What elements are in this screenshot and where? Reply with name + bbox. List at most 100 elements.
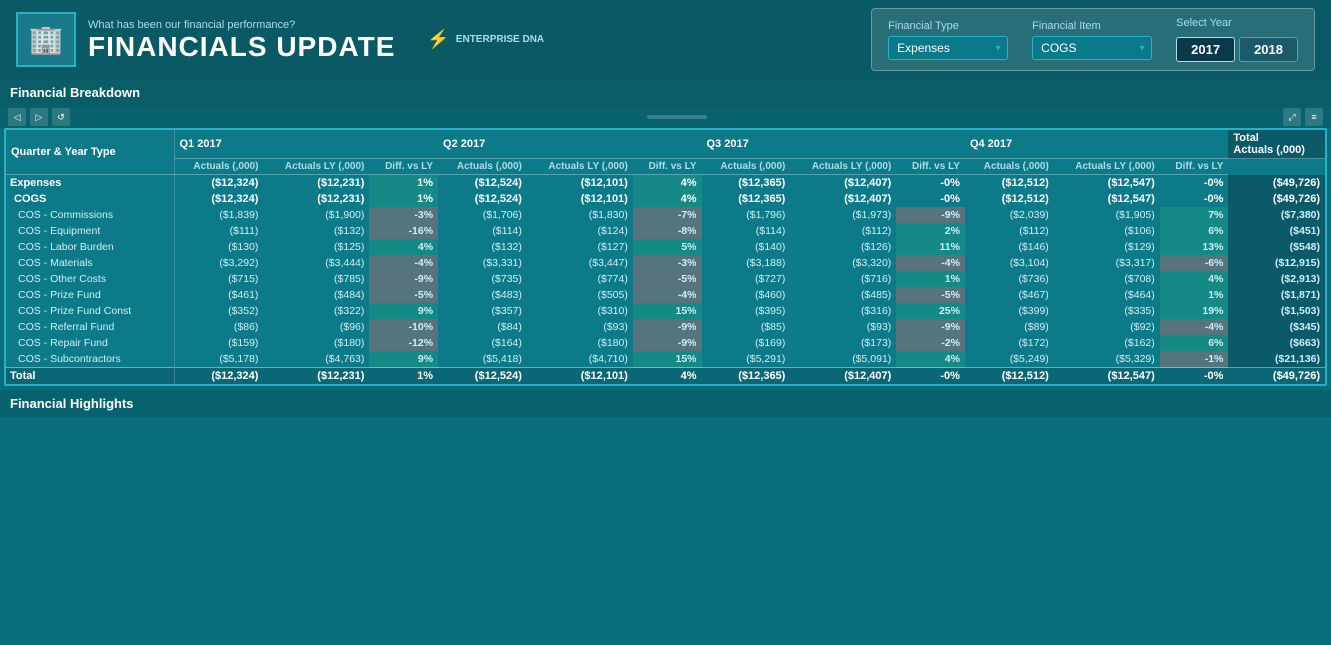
table-container: Quarter & Year Type Q1 2017 Q2 2017 Q3 2…	[4, 128, 1327, 386]
q1-diff: -9%	[369, 271, 438, 287]
q2-actuals-ly: ($124)	[527, 223, 633, 239]
q2-diff: -8%	[633, 223, 702, 239]
back-icon[interactable]: ◁	[8, 108, 26, 126]
q3-actuals-ly: ($126)	[790, 239, 896, 255]
row-total: ($1,871)	[1228, 287, 1325, 303]
q4-diff: -0%	[1160, 368, 1229, 385]
q2-actuals: ($735)	[438, 271, 527, 287]
q1-actuals-ly: ($785)	[263, 271, 369, 287]
q4-actuals-ly: ($12,547)	[1054, 175, 1160, 192]
q1-actuals: ($5,178)	[174, 351, 263, 368]
q3-actuals-ly: ($12,407)	[790, 191, 896, 207]
expand-icon[interactable]: ⤢	[1283, 108, 1301, 126]
q2-diff-header: Diff. vs LY	[633, 159, 702, 175]
table-row: Expenses($12,324)($12,231)1%($12,524)($1…	[6, 175, 1325, 192]
q3-actuals: ($12,365)	[702, 191, 791, 207]
q1-actuals: ($352)	[174, 303, 263, 319]
q3-actuals: ($12,365)	[702, 368, 791, 385]
q3-actuals: ($114)	[702, 223, 791, 239]
q1-actuals-ly: ($322)	[263, 303, 369, 319]
row-label: COS - Repair Fund	[6, 335, 174, 351]
q2-actuals-ly: ($93)	[527, 319, 633, 335]
header-row-1: Quarter & Year Type Q1 2017 Q2 2017 Q3 2…	[6, 130, 1325, 159]
menu-icon[interactable]: ≡	[1305, 108, 1323, 126]
q1-actuals: ($12,324)	[174, 175, 263, 192]
financial-item-select[interactable]: COGS OPEX	[1032, 36, 1152, 60]
q1-actuals-ly: ($12,231)	[263, 175, 369, 192]
q2-actuals-ly: ($180)	[527, 335, 633, 351]
table-row: COS - Commissions($1,839)($1,900)-3%($1,…	[6, 207, 1325, 223]
q4-diff: 1%	[1160, 287, 1229, 303]
row-total: ($663)	[1228, 335, 1325, 351]
refresh-icon[interactable]: ↺	[52, 108, 70, 126]
financial-type-label: Financial Type	[888, 20, 1008, 32]
q1-actuals: ($111)	[174, 223, 263, 239]
row-label: COS - Labor Burden	[6, 239, 174, 255]
table-scroll[interactable]: Quarter & Year Type Q1 2017 Q2 2017 Q3 2…	[6, 130, 1325, 384]
q1-actuals-ly-header: Actuals LY (,000)	[263, 159, 369, 175]
q3-diff: -0%	[896, 368, 965, 385]
q2-actuals-ly-header: Actuals LY (,000)	[527, 159, 633, 175]
q3-actuals: ($1,796)	[702, 207, 791, 223]
q1-actuals: ($159)	[174, 335, 263, 351]
q1-diff: -16%	[369, 223, 438, 239]
q3-diff-header: Diff. vs LY	[896, 159, 965, 175]
table-row: COS - Prize Fund Const($352)($322)9%($35…	[6, 303, 1325, 319]
q4-actuals-ly: ($464)	[1054, 287, 1160, 303]
row-total: ($345)	[1228, 319, 1325, 335]
year-2018-button[interactable]: 2018	[1239, 37, 1298, 62]
q4-actuals: ($172)	[965, 335, 1054, 351]
q3-actuals-ly: ($112)	[790, 223, 896, 239]
q1-actuals-ly: ($96)	[263, 319, 369, 335]
q1-diff: -10%	[369, 319, 438, 335]
q3-actuals-ly: ($316)	[790, 303, 896, 319]
q3-diff: -0%	[896, 175, 965, 192]
q4-actuals-header: Actuals (,000)	[965, 159, 1054, 175]
header-title: FINANCIALS UPDATE	[88, 33, 395, 61]
q4-actuals-ly: ($708)	[1054, 271, 1160, 287]
q2-diff: 15%	[633, 351, 702, 368]
q4-actuals-ly-header: Actuals LY (,000)	[1054, 159, 1160, 175]
q1-actuals: ($3,292)	[174, 255, 263, 271]
q4-actuals-ly: ($106)	[1054, 223, 1160, 239]
year-2017-button[interactable]: 2017	[1176, 37, 1235, 62]
q3-actuals-ly: ($93)	[790, 319, 896, 335]
q4-actuals: ($12,512)	[965, 191, 1054, 207]
q2-diff: 5%	[633, 239, 702, 255]
q4-header: Q4 2017	[965, 130, 1228, 159]
header-subtitle: What has been our financial performance?	[88, 19, 395, 31]
q4-actuals-ly: ($12,547)	[1054, 191, 1160, 207]
q4-diff: -4%	[1160, 319, 1229, 335]
financial-type-select[interactable]: Expenses Revenue	[888, 36, 1008, 60]
row-label-header: Quarter & Year Type	[6, 130, 174, 175]
q3-diff: -2%	[896, 335, 965, 351]
q3-diff: -9%	[896, 207, 965, 223]
financial-item-select-wrapper: COGS OPEX	[1032, 36, 1152, 60]
financial-type-select-wrapper: Expenses Revenue	[888, 36, 1008, 60]
q2-actuals: ($3,331)	[438, 255, 527, 271]
q4-actuals: ($12,512)	[965, 368, 1054, 385]
forward-icon[interactable]: ▷	[30, 108, 48, 126]
q4-actuals-ly: ($92)	[1054, 319, 1160, 335]
financial-type-group: Financial Type Expenses Revenue	[888, 20, 1008, 60]
q4-actuals-ly: ($5,329)	[1054, 351, 1160, 368]
q2-actuals-ly: ($1,830)	[527, 207, 633, 223]
financial-item-group: Financial Item COGS OPEX	[1032, 20, 1152, 60]
q4-diff: 13%	[1160, 239, 1229, 255]
row-label: COGS	[6, 191, 174, 207]
year-select-group: Select Year 2017 2018	[1176, 17, 1298, 62]
q3-diff: -9%	[896, 319, 965, 335]
q2-actuals-ly: ($3,447)	[527, 255, 633, 271]
q2-actuals: ($12,524)	[438, 191, 527, 207]
table-row: COS - Labor Burden($130)($125)4%($132)($…	[6, 239, 1325, 255]
financial-breakdown-label: Financial Breakdown	[0, 79, 1331, 106]
q2-actuals: ($114)	[438, 223, 527, 239]
q3-actuals-ly: ($716)	[790, 271, 896, 287]
q2-actuals: ($5,418)	[438, 351, 527, 368]
q4-diff: 4%	[1160, 271, 1229, 287]
q4-actuals: ($146)	[965, 239, 1054, 255]
q2-actuals: ($1,706)	[438, 207, 527, 223]
q1-actuals-ly: ($12,231)	[263, 368, 369, 385]
divider	[647, 115, 707, 119]
q4-actuals: ($3,104)	[965, 255, 1054, 271]
